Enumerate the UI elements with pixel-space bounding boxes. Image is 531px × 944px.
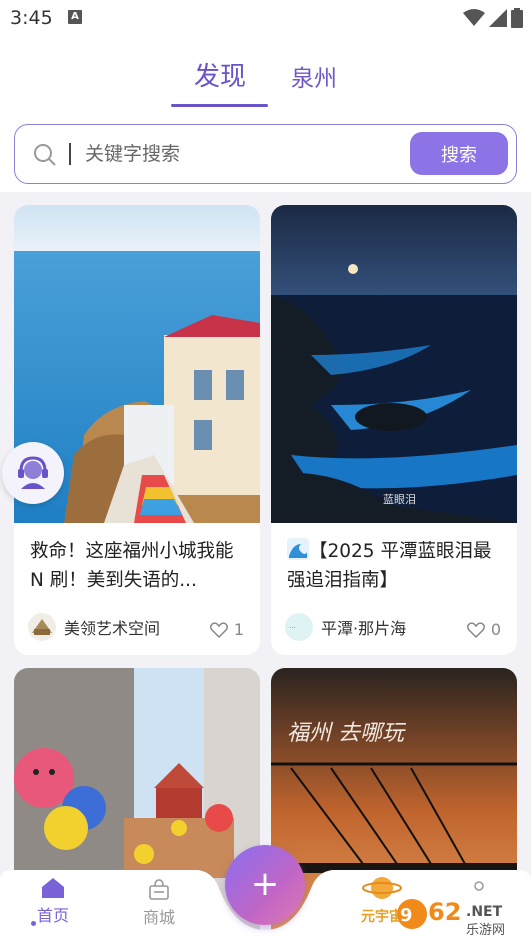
wifi-icon bbox=[463, 9, 485, 26]
image-caption: 福州 去哪玩 bbox=[287, 721, 407, 746]
top-tabs: 发现 泉州 bbox=[0, 56, 531, 108]
like-count: 1 bbox=[233, 620, 244, 639]
notification-icon: A bbox=[68, 10, 82, 24]
nav-mall-label: 商城 bbox=[142, 908, 175, 927]
add-post-button[interactable]: + bbox=[225, 845, 305, 925]
tab-city[interactable]: 泉州 bbox=[291, 59, 337, 93]
wave-icon bbox=[287, 538, 309, 560]
search-icon bbox=[34, 144, 56, 166]
svg-text:乐游网: 乐游网 bbox=[466, 923, 505, 938]
svg-text:.NET: .NET bbox=[466, 904, 503, 920]
author-avatar bbox=[28, 613, 56, 641]
search-input[interactable] bbox=[85, 137, 405, 171]
post-card[interactable]: 救命！这座福州小城我能 N 刷！美到失语的... 美领艺术空间 1 bbox=[14, 205, 260, 655]
home-icon bbox=[42, 878, 64, 898]
post-title: 救命！这座福州小城我能 N 刷！美到失语的... bbox=[30, 541, 234, 591]
like-button[interactable]: 0 bbox=[466, 620, 501, 639]
search-bar: 搜索 bbox=[14, 124, 517, 184]
tab-indicator bbox=[171, 104, 268, 107]
svg-text:9: 9 bbox=[400, 905, 413, 926]
text-cursor bbox=[69, 143, 71, 165]
author-avatar: ··· bbox=[285, 613, 313, 641]
svg-text:62: 62 bbox=[428, 898, 461, 926]
post-title-text: 【2025 平潭蓝眼泪最强追泪指南】 bbox=[287, 541, 492, 591]
post-author[interactable]: ··· 平潭·那片海 bbox=[285, 613, 406, 641]
post-author[interactable]: 美领艺术空间 bbox=[28, 613, 160, 641]
post-image: 蓝眼泪 bbox=[271, 205, 517, 523]
post-title: 【2025 平潭蓝眼泪最强追泪指南】 bbox=[287, 537, 507, 595]
author-name: 美领艺术空间 bbox=[64, 619, 161, 638]
heart-icon bbox=[466, 621, 485, 638]
search-button[interactable]: 搜索 bbox=[410, 132, 508, 175]
status-bar: 3:45 A bbox=[0, 0, 531, 38]
nav-home-label: 首页 bbox=[36, 906, 69, 925]
content-feed[interactable]: 救命！这座福州小城我能 N 刷！美到失语的... 美领艺术空间 1 蓝眼泪 【2… bbox=[0, 192, 531, 944]
like-button[interactable]: 1 bbox=[209, 620, 244, 639]
status-icons bbox=[463, 7, 523, 29]
signal-icon bbox=[489, 9, 507, 27]
heart-icon bbox=[209, 621, 228, 638]
watermark-logo: 9 62 .NET 乐游网 bbox=[394, 892, 528, 940]
status-time: 3:45 bbox=[10, 7, 53, 29]
nav-home[interactable]: 首页 bbox=[18, 878, 88, 926]
like-count: 0 bbox=[490, 620, 501, 639]
shopping-bag-icon bbox=[149, 879, 169, 900]
customer-service-button[interactable] bbox=[2, 442, 64, 504]
nav-mall[interactable]: 商城 bbox=[124, 878, 194, 928]
tab-discover[interactable]: 发现 bbox=[194, 56, 246, 93]
post-card[interactable]: 蓝眼泪 【2025 平潭蓝眼泪最强追泪指南】 ··· 平潭·那片海 0 bbox=[271, 205, 517, 655]
active-indicator bbox=[31, 921, 36, 926]
image-caption: 蓝眼泪 bbox=[383, 493, 416, 506]
headset-icon bbox=[18, 456, 48, 489]
svg-text:···: ··· bbox=[289, 624, 296, 632]
battery-icon bbox=[511, 8, 523, 28]
author-name: 平潭·那片海 bbox=[321, 619, 407, 638]
